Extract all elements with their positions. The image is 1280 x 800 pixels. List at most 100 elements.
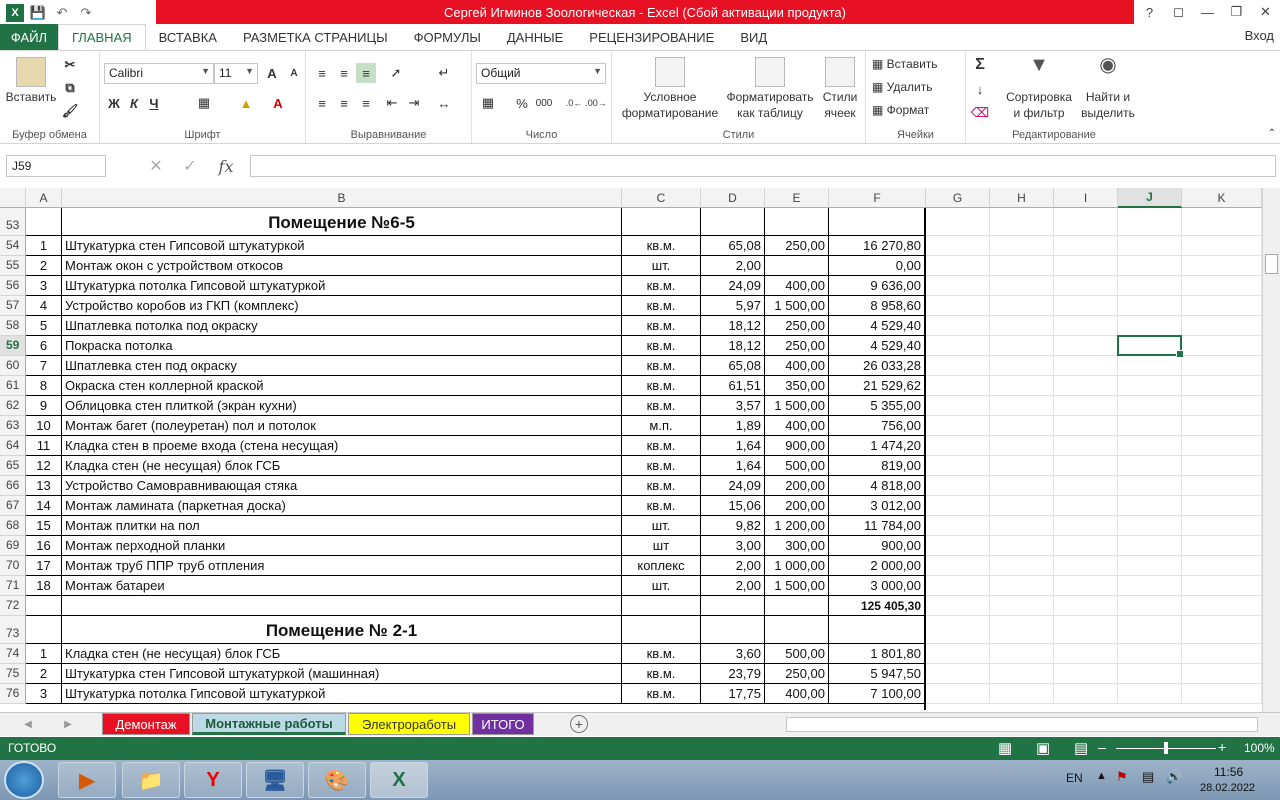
row-header[interactable]: 63: [0, 416, 26, 436]
minimize-icon[interactable]: —: [1193, 0, 1222, 24]
row-header[interactable]: 55: [0, 256, 26, 276]
fill-icon[interactable]: ↓: [970, 79, 990, 99]
paint-icon[interactable]: 🎨: [308, 762, 366, 798]
table-cell-a[interactable]: 6: [26, 336, 62, 356]
table-cell-a[interactable]: 17: [26, 556, 62, 576]
table-cell-e[interactable]: 1 500,00: [765, 296, 829, 316]
grid-cell[interactable]: [1182, 516, 1262, 536]
grid-cell[interactable]: [926, 456, 990, 476]
table-cell-e[interactable]: 400,00: [765, 356, 829, 376]
table-cell-f[interactable]: 900,00: [829, 536, 926, 556]
grid-cell[interactable]: [990, 496, 1054, 516]
vertical-scrollbar[interactable]: [1262, 188, 1280, 712]
table-cell-b[interactable]: Штукатурка потолка Гипсовой штукатуркой: [62, 684, 622, 704]
grid-cell[interactable]: [1118, 236, 1182, 256]
grid-cell[interactable]: [926, 436, 990, 456]
table-cell-a[interactable]: 18: [26, 576, 62, 596]
row-header[interactable]: 68: [0, 516, 26, 536]
grid-cell[interactable]: [926, 476, 990, 496]
number-format-combo[interactable]: Общий ▼: [476, 63, 606, 84]
grid-cell[interactable]: [1182, 336, 1262, 356]
table-cell-d[interactable]: 65,08: [701, 356, 765, 376]
collapse-ribbon-icon[interactable]: ⌃: [1262, 123, 1280, 143]
row-header[interactable]: 56: [0, 276, 26, 296]
grid-cell[interactable]: [1182, 276, 1262, 296]
grid-cell[interactable]: [926, 536, 990, 556]
row-header[interactable]: 70: [0, 556, 26, 576]
table-cell-d[interactable]: 2,00: [701, 576, 765, 596]
grid-cell[interactable]: [926, 296, 990, 316]
grid-cell[interactable]: [990, 616, 1054, 644]
grid-cell[interactable]: [1118, 456, 1182, 476]
underline-button[interactable]: Ч: [144, 93, 164, 113]
sheet-tab[interactable]: Демонтаж: [102, 713, 190, 735]
currency-icon[interactable]: ▦: [478, 93, 498, 113]
column-header-j[interactable]: J: [1118, 188, 1182, 208]
table-cell-b[interactable]: Кладка стен (не несущая) блок ГСБ: [62, 456, 622, 476]
table-cell-f[interactable]: 9 636,00: [829, 276, 926, 296]
table-cell-d[interactable]: 9,82: [701, 516, 765, 536]
restore-icon[interactable]: ❐: [1222, 0, 1251, 24]
row-header[interactable]: 71: [0, 576, 26, 596]
grid-cell[interactable]: [1182, 356, 1262, 376]
cancel-icon[interactable]: ✕: [142, 155, 170, 177]
grid-cell[interactable]: [1054, 296, 1118, 316]
row-header[interactable]: 66: [0, 476, 26, 496]
table-cell-c[interactable]: кв.м.: [622, 684, 701, 704]
row-header[interactable]: 72: [0, 596, 26, 616]
table-cell-f[interactable]: 0,00: [829, 256, 926, 276]
row-header[interactable]: 67: [0, 496, 26, 516]
table-cell-b[interactable]: Монтаж труб ППР труб отпления: [62, 556, 622, 576]
table-cell-f[interactable]: 5 947,50: [829, 664, 926, 684]
table-cell-e[interactable]: 500,00: [765, 644, 829, 664]
table-cell-d[interactable]: 1,89: [701, 416, 765, 436]
table-cell[interactable]: [622, 616, 701, 644]
merge-center-icon[interactable]: ↔: [434, 93, 454, 113]
start-button[interactable]: [4, 761, 44, 799]
font-color-icon[interactable]: A: [268, 93, 288, 113]
table-cell-a[interactable]: 5: [26, 316, 62, 336]
percent-button[interactable]: %: [512, 93, 532, 113]
table-cell-f[interactable]: 5 355,00: [829, 396, 926, 416]
grid-cell[interactable]: [990, 684, 1054, 704]
clear-icon[interactable]: ⌫: [970, 103, 990, 123]
grid-cell[interactable]: [1182, 296, 1262, 316]
table-cell-c[interactable]: м.п.: [622, 416, 701, 436]
table-cell-e[interactable]: 350,00: [765, 376, 829, 396]
grid-cell[interactable]: [926, 336, 990, 356]
orientation-icon[interactable]: ➚: [386, 63, 406, 83]
conditional-formatting-button[interactable]: Условное форматирование: [618, 57, 722, 121]
table-cell-b[interactable]: Устройство коробов из ГКП (комплекс): [62, 296, 622, 316]
grid-cell[interactable]: [990, 416, 1054, 436]
table-cell-e[interactable]: 250,00: [765, 664, 829, 684]
row-header[interactable]: 60: [0, 356, 26, 376]
grid-cell[interactable]: [1054, 644, 1118, 664]
grid-cell[interactable]: [1118, 436, 1182, 456]
table-cell-f[interactable]: 1 474,20: [829, 436, 926, 456]
table-cell-e[interactable]: [765, 256, 829, 276]
grid-cell[interactable]: [1118, 556, 1182, 576]
grid-cell[interactable]: [1118, 376, 1182, 396]
grid-cell[interactable]: [926, 596, 990, 616]
table-cell-d[interactable]: 17,75: [701, 684, 765, 704]
table-cell-a[interactable]: 1: [26, 644, 62, 664]
table-cell-b[interactable]: Кладка стен в проеме входа (стена несуща…: [62, 436, 622, 456]
grid-cell[interactable]: [1118, 596, 1182, 616]
add-sheet-icon[interactable]: +: [570, 715, 588, 733]
table-cell-d[interactable]: 2,00: [701, 256, 765, 276]
grid-cell[interactable]: [1054, 436, 1118, 456]
format-cells-button[interactable]: ▦ Формат: [872, 103, 929, 117]
row-header[interactable]: 54: [0, 236, 26, 256]
table-cell-b[interactable]: [62, 596, 622, 616]
grid-cell[interactable]: [990, 436, 1054, 456]
grid-cell[interactable]: [926, 236, 990, 256]
font-name-combo[interactable]: Calibri ▼: [104, 63, 214, 84]
row-header[interactable]: 59: [0, 336, 26, 356]
grid-cell[interactable]: [1054, 276, 1118, 296]
grid-cell[interactable]: [1054, 336, 1118, 356]
insert-cells-button[interactable]: ▦ Вставить: [872, 57, 938, 71]
table-cell-f[interactable]: 8 958,60: [829, 296, 926, 316]
grid-cell[interactable]: [990, 516, 1054, 536]
cell-styles-button[interactable]: Стили ячеек: [816, 57, 864, 121]
clock-date[interactable]: 28.02.2022: [1200, 782, 1255, 794]
